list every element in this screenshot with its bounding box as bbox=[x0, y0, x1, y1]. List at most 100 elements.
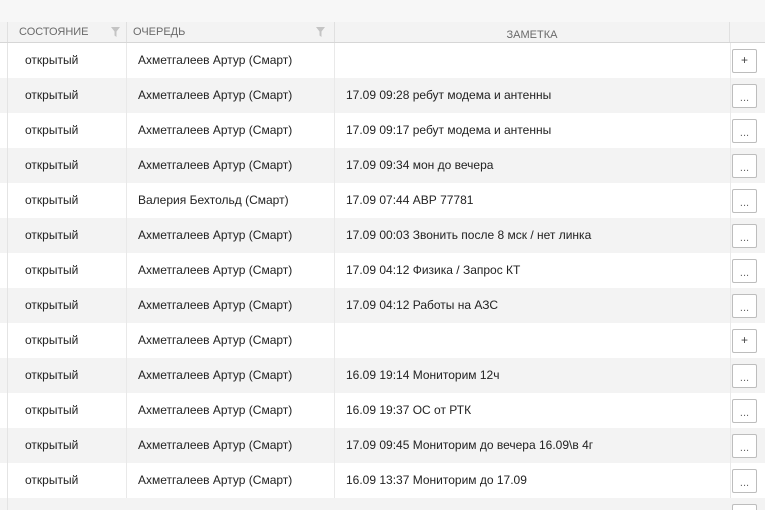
cell-state: открытый bbox=[8, 358, 127, 393]
column-divider bbox=[730, 183, 731, 218]
column-divider bbox=[730, 428, 731, 463]
row-lead-cell bbox=[0, 428, 8, 463]
more-options-button[interactable]: ... bbox=[732, 119, 757, 143]
column-divider bbox=[730, 113, 731, 148]
row-lead-cell bbox=[0, 323, 8, 358]
row-lead-cell bbox=[0, 253, 8, 288]
cell-note: 17.09 09:45 Мониторим до вечера 16.09\в … bbox=[346, 438, 594, 452]
table-header: СОСТОЯНИЕ ОЧЕРЕДЬ ЗАМЕТКА bbox=[0, 22, 765, 43]
row-lead-cell bbox=[0, 43, 8, 78]
cell-queue: Ахметгалеев Артур (Смарт) bbox=[127, 43, 335, 78]
cell-state: открытый bbox=[8, 113, 127, 148]
table-row[interactable]: открытый Ахметгалеев Артур (Смарт) 17.09 0… bbox=[0, 78, 765, 113]
more-options-button[interactable]: ... bbox=[732, 189, 757, 213]
table-row[interactable]: открытый Ахметгалеев Артур (Смарт) 17.09 0… bbox=[0, 113, 765, 148]
cell-state: открытый bbox=[8, 393, 127, 428]
column-divider bbox=[730, 463, 731, 498]
cell-note: 17.09 04:12 Физика / Запрос КТ bbox=[346, 263, 521, 277]
cell-queue: Ахметгалеев Артур (Смарт) bbox=[127, 253, 335, 288]
table-row[interactable]: открытый Ахметгалеев Артур (Смарт) + bbox=[0, 323, 765, 358]
more-options-button[interactable]: ... bbox=[732, 154, 757, 178]
cell-queue: Ахметгалеев Артур (Смарт) bbox=[127, 393, 335, 428]
column-divider bbox=[730, 358, 731, 393]
cell-queue: Ахметгалеев Артур (Смарт) bbox=[127, 358, 335, 393]
cell-note: 16.09 19:37 ОС от РТК bbox=[346, 403, 472, 417]
cell-state: открытый bbox=[8, 463, 127, 498]
cell-note: 17.09 07:44 АВР 77781 bbox=[346, 193, 474, 207]
row-lead-cell bbox=[0, 358, 8, 393]
cell-queue: Ахметгалеев Артур (Смарт) bbox=[127, 463, 335, 498]
cell-state: открытый bbox=[8, 148, 127, 183]
column-divider bbox=[730, 148, 731, 183]
cell-note: 17.09 04:12 Работы на АЗС bbox=[346, 298, 499, 312]
more-options-button[interactable]: ... bbox=[732, 259, 757, 283]
cell-state: открытый bbox=[8, 183, 127, 218]
more-options-button[interactable]: ... bbox=[732, 399, 757, 423]
column-header-state[interactable]: СОСТОЯНИЕ bbox=[0, 22, 127, 42]
column-divider bbox=[730, 43, 731, 78]
column-header-queue[interactable]: ОЧЕРЕДЬ bbox=[127, 22, 335, 42]
cell-state: открытый bbox=[8, 323, 127, 358]
column-header-actions bbox=[730, 22, 765, 42]
more-options-button[interactable]: ... bbox=[732, 294, 757, 318]
more-options-button[interactable]: ... bbox=[732, 84, 757, 108]
filter-icon[interactable] bbox=[111, 27, 120, 37]
table-row[interactable]: открытый Ахметгалеев Артур (Смарт) 17.09 0… bbox=[0, 253, 765, 288]
cell-note: 17.09 09:34 мон до вечера bbox=[346, 158, 494, 172]
add-note-button[interactable]: + bbox=[732, 49, 757, 73]
cell-state: открытый bbox=[8, 218, 127, 253]
row-lead-cell bbox=[0, 113, 8, 148]
cell-note bbox=[335, 323, 730, 358]
table-row[interactable]: открытый Ахметгалеев Артур (Смарт) + bbox=[0, 43, 765, 78]
cell-note: 17.09 09:28 ребут модема и антенны bbox=[346, 88, 552, 102]
cell-note: 16.09 13:37 Мониторим до 17.09 bbox=[346, 473, 527, 487]
cell-note: 17.09 09:17 ребут модема и антенны bbox=[346, 123, 552, 137]
toolbar-area bbox=[0, 0, 765, 23]
row-lead-cell bbox=[0, 148, 8, 183]
cell-state: открытый bbox=[8, 428, 127, 463]
more-options-button[interactable]: ... bbox=[732, 434, 757, 458]
cell-queue: Ахметгалеев Артур (Смарт) bbox=[127, 323, 335, 358]
column-header-queue-label: ОЧЕРЕДЬ bbox=[133, 26, 186, 38]
cell-note: 16.09 19:14 Мониторим 12ч bbox=[346, 368, 500, 382]
add-note-button[interactable]: + bbox=[732, 329, 757, 353]
column-divider bbox=[730, 323, 731, 358]
column-header-note[interactable]: ЗАМЕТКА bbox=[335, 22, 730, 42]
cell-note bbox=[335, 43, 730, 78]
table-row[interactable]: открытый Ахметгалеев Артур (Смарт) 16.09 1… bbox=[0, 358, 765, 393]
row-lead-cell bbox=[0, 288, 8, 323]
row-lead-cell bbox=[0, 498, 8, 510]
cell-state: открытый bbox=[8, 43, 127, 78]
column-header-state-label: СОСТОЯНИЕ bbox=[19, 26, 89, 38]
row-lead-cell bbox=[0, 463, 8, 498]
more-options-button[interactable] bbox=[732, 504, 757, 510]
more-options-button[interactable]: ... bbox=[732, 469, 757, 493]
cell-queue: Валерия Бехтольд (Смарт) bbox=[127, 183, 335, 218]
column-divider bbox=[730, 253, 731, 288]
table-body: открытый Ахметгалеев Артур (Смарт) + открыт… bbox=[0, 43, 765, 510]
row-lead-cell bbox=[0, 78, 8, 113]
table-row[interactable]: открытый Ахметгалеев Артур (Смарт) 16.09 1… bbox=[0, 463, 765, 498]
row-lead-cell bbox=[0, 218, 8, 253]
table-row[interactable] bbox=[0, 498, 765, 510]
column-divider bbox=[730, 78, 731, 113]
column-header-note-label: ЗАМЕТКА bbox=[506, 29, 558, 41]
table-row[interactable]: открытый Ахметгалеев Артур (Смарт) 16.09 1… bbox=[0, 393, 765, 428]
cell-state: открытый bbox=[8, 253, 127, 288]
table-row[interactable]: открытый Ахметгалеев Артур (Смарт) 17.09 0… bbox=[0, 428, 765, 463]
table-row[interactable]: открытый Ахметгалеев Артур (Смарт) 17.09 0… bbox=[0, 288, 765, 323]
table-row[interactable]: открытый Валерия Бехтольд (Смарт) 17.09 07… bbox=[0, 183, 765, 218]
more-options-button[interactable]: ... bbox=[732, 364, 757, 388]
filter-icon[interactable] bbox=[316, 27, 325, 37]
cell-queue: Ахметгалеев Артур (Смарт) bbox=[127, 428, 335, 463]
more-options-button[interactable]: ... bbox=[732, 224, 757, 248]
cell-state: открытый bbox=[8, 78, 127, 113]
table-row[interactable]: открытый Ахметгалеев Артур (Смарт) 17.09 0… bbox=[0, 218, 765, 253]
cell-queue: Ахметгалеев Артур (Смарт) bbox=[127, 218, 335, 253]
table-row[interactable]: открытый Ахметгалеев Артур (Смарт) 17.09 0… bbox=[0, 148, 765, 183]
cell-queue: Ахметгалеев Артур (Смарт) bbox=[127, 113, 335, 148]
cell-queue: Ахметгалеев Артур (Смарт) bbox=[127, 78, 335, 113]
cell-queue: Ахметгалеев Артур (Смарт) bbox=[127, 288, 335, 323]
column-divider bbox=[730, 218, 731, 253]
row-lead-cell bbox=[0, 393, 8, 428]
